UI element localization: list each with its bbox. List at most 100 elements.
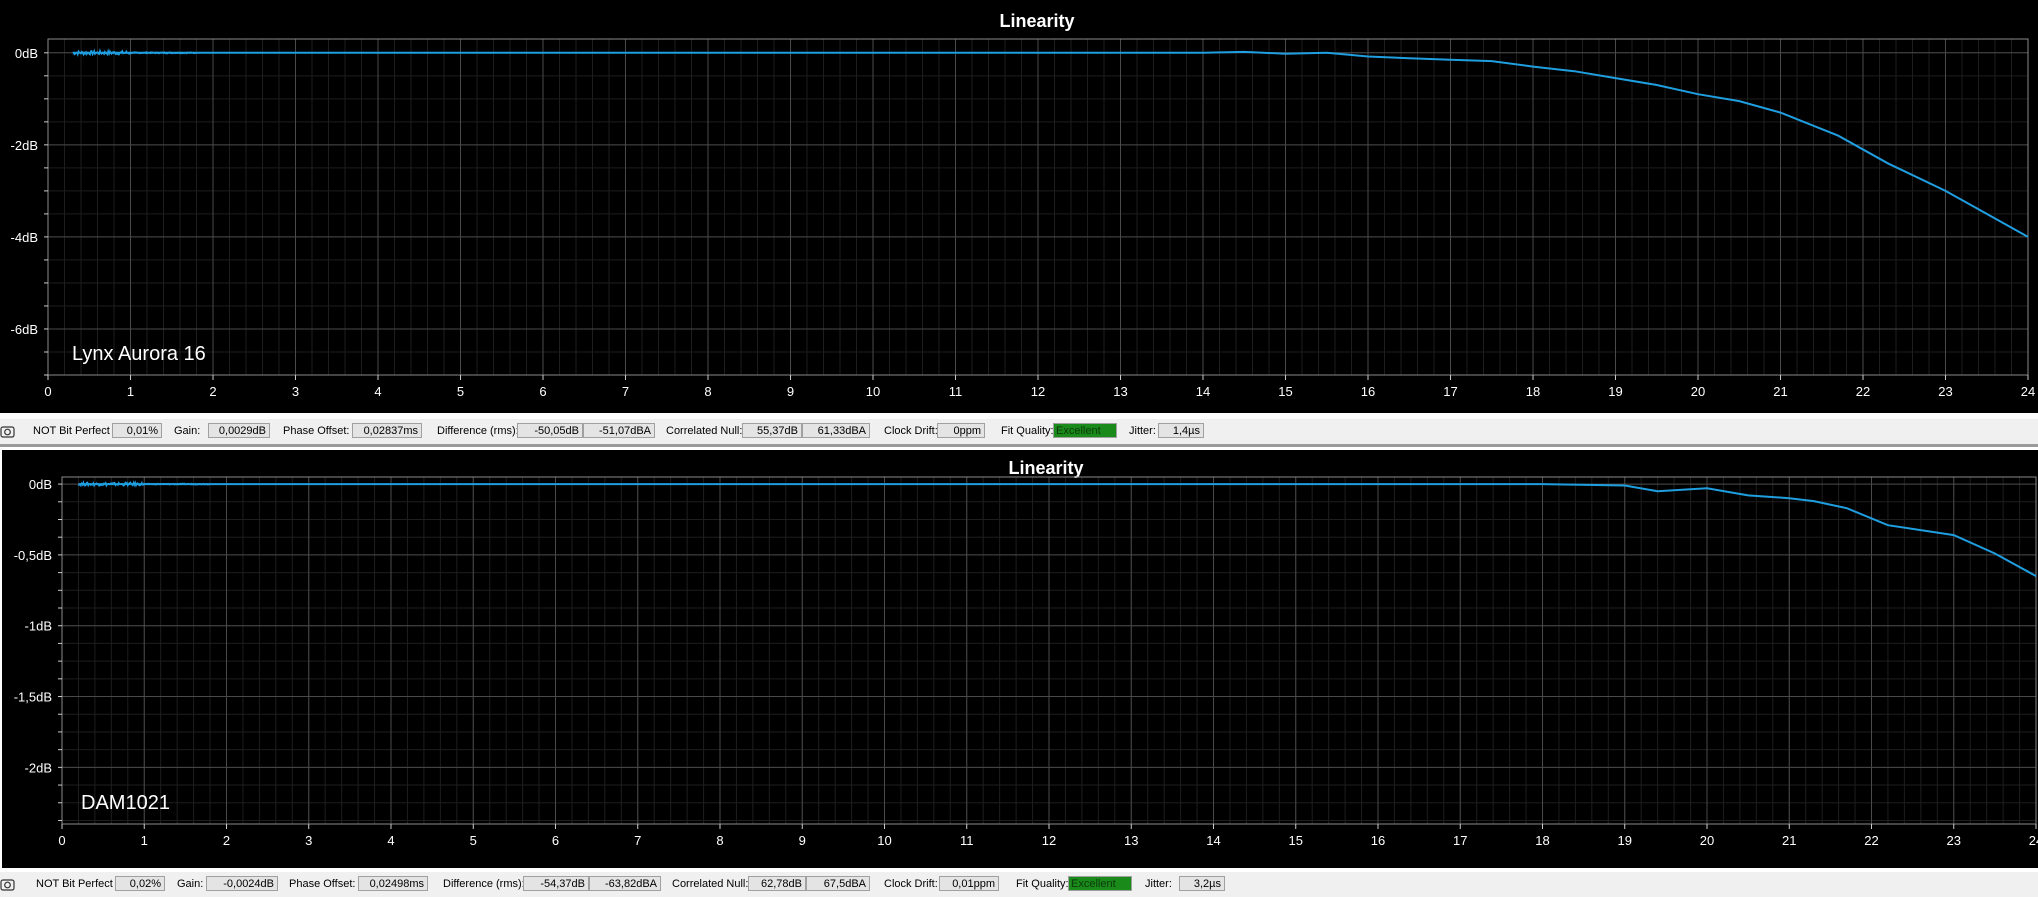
x-tick-label: 9: [799, 833, 806, 848]
difference-value-dba: -63,82dBA: [589, 876, 661, 891]
x-tick-label: 23: [1947, 833, 1961, 848]
difference-value-db: -54,37dB: [523, 876, 589, 891]
y-tick-label: -1,5dB: [14, 690, 52, 705]
chart-panel-top: Linearity 0 1 2 3 4 5 6 7 8 9 10 11 12 13 14 15 16 17 18 19…: [0, 0, 2038, 413]
x-tick-label: 0: [44, 384, 51, 399]
phase-offset-label: Phase Offset:: [289, 878, 356, 890]
x-tick-label: 24: [2021, 384, 2035, 399]
camera-icon[interactable]: [0, 876, 16, 892]
chart-title: Linearity: [1008, 458, 1083, 478]
correlated-null-value-dba: 61,33dBA: [802, 423, 870, 438]
status-bar-bottom: NOT Bit Perfect 0,02% Gain: -0,0024dB Ph…: [0, 872, 2038, 897]
correlated-null-label: Correlated Null:: [666, 425, 743, 437]
x-tick-label: 11: [949, 384, 963, 399]
clock-drift-value: 0ppm: [937, 423, 985, 438]
x-tick-label: 9: [787, 384, 794, 399]
series-line: [78, 483, 2037, 577]
x-tick-label: 17: [1453, 833, 1467, 848]
x-tick-label: 7: [634, 833, 641, 848]
x-tick-label: 14: [1206, 833, 1220, 848]
device-label: Lynx Aurora 16: [72, 343, 206, 365]
y-tick-label: -2dB: [11, 138, 38, 153]
bit-perfect-value: 0,02%: [115, 876, 165, 891]
bit-perfect-value: 0,01%: [112, 423, 162, 438]
correlated-null-value-db: 55,37dB: [742, 423, 802, 438]
x-tick-label: 14: [1196, 384, 1210, 399]
x-tick-label: 6: [539, 384, 546, 399]
y-tick-label: -4dB: [11, 230, 38, 245]
x-tick-label: 8: [716, 833, 723, 848]
x-tick-label: 15: [1289, 833, 1303, 848]
y-tick-label: -6dB: [11, 322, 38, 337]
x-tick-label: 7: [622, 384, 629, 399]
x-tick-label: 24: [2029, 833, 2038, 848]
fit-quality-value: Excellent: [1068, 876, 1132, 891]
x-tick-label: 13: [1113, 384, 1127, 399]
device-label: DAM1021: [81, 792, 170, 814]
phase-offset-label: Phase Offset:: [283, 425, 350, 437]
x-tick-label: 6: [552, 833, 559, 848]
gain-value: 0,0029dB: [208, 423, 270, 438]
y-tick-label: 0dB: [15, 46, 38, 61]
x-tick-label: 18: [1526, 384, 1540, 399]
x-tick-label: 8: [704, 384, 711, 399]
linearity-chart-top: Linearity 0 1 2 3 4 5 6 7 8 9 10 11 12 13 14 15 16 17 18 19…: [11, 11, 2036, 399]
clock-drift-value: 0,01ppm: [939, 876, 999, 891]
fit-quality-label: Fit Quality:: [1016, 878, 1069, 890]
jitter-value: 1,4µs: [1158, 423, 1204, 438]
correlated-null-value-dba: 67,5dBA: [806, 876, 870, 891]
y-tick-label: -2dB: [25, 760, 52, 775]
x-tick-label: 0: [58, 833, 65, 848]
x-tick-label: 1: [141, 833, 148, 848]
x-tick-label: 2: [223, 833, 230, 848]
phase-offset-value: 0,02498ms: [358, 876, 428, 891]
correlated-null-label: Correlated Null:: [672, 878, 749, 890]
x-tick-label: 1: [127, 384, 134, 399]
x-tick-label: 4: [387, 833, 394, 848]
x-tick-label: 10: [866, 384, 880, 399]
x-tick-label: 21: [1782, 833, 1796, 848]
y-tick-label: -0,5dB: [14, 548, 52, 563]
difference-value-dba: -51,07dBA: [583, 423, 655, 438]
x-tick-label: 15: [1278, 384, 1292, 399]
x-tick-label: 19: [1608, 384, 1622, 399]
linearity-chart-bottom: Linearity 0 1 2 3 4 5 6 7 8 9 10 11 12 13 14 15 16 17 18 19…: [14, 458, 2038, 848]
x-tick-label: 20: [1691, 384, 1705, 399]
chart-panel-bottom: Linearity 0 1 2 3 4 5 6 7 8 9 10 11 12 13 14 15 16 17 18 19…: [2, 450, 2038, 868]
jitter-label: Jitter:: [1145, 878, 1172, 890]
gain-label: Gain:: [177, 878, 204, 890]
clock-drift-label: Clock Drift:: [884, 425, 938, 437]
fit-quality-value: Excellent: [1053, 423, 1117, 438]
x-tick-label: 20: [1700, 833, 1714, 848]
chart-title: Linearity: [999, 11, 1074, 31]
x-tick-label: 17: [1443, 384, 1457, 399]
y-tick-label: 0dB: [29, 477, 52, 492]
x-tick-label: 12: [1042, 833, 1056, 848]
difference-label: Difference (rms):: [443, 878, 525, 890]
phase-offset-value: 0,02837ms: [352, 423, 422, 438]
jitter-label: Jitter:: [1129, 425, 1156, 437]
bit-perfect-label: NOT Bit Perfect: [33, 425, 110, 437]
difference-value-db: -50,05dB: [517, 423, 583, 438]
y-tick-label: -1dB: [25, 619, 52, 634]
jitter-value: 3,2µs: [1179, 876, 1225, 891]
x-tick-label: 13: [1124, 833, 1138, 848]
x-tick-label: 22: [1856, 384, 1870, 399]
x-tick-label: 22: [1864, 833, 1878, 848]
fit-quality-label: Fit Quality:: [1001, 425, 1054, 437]
status-bar-top: NOT Bit Perfect 0,01% Gain: 0,0029dB Pha…: [0, 419, 2038, 447]
x-tick-label: 3: [292, 384, 299, 399]
camera-icon[interactable]: [0, 423, 16, 439]
x-tick-label: 12: [1031, 384, 1045, 399]
bit-perfect-label: NOT Bit Perfect: [36, 878, 113, 890]
x-tick-label: 5: [470, 833, 477, 848]
x-tick-label: 21: [1773, 384, 1787, 399]
x-tick-label: 19: [1618, 833, 1632, 848]
x-tick-label: 11: [960, 833, 974, 848]
gain-label: Gain:: [174, 425, 201, 437]
x-tick-label: 2: [209, 384, 216, 399]
x-tick-label: 23: [1938, 384, 1952, 399]
difference-label: Difference (rms):: [437, 425, 519, 437]
x-tick-label: 5: [457, 384, 464, 399]
x-tick-label: 4: [374, 384, 381, 399]
